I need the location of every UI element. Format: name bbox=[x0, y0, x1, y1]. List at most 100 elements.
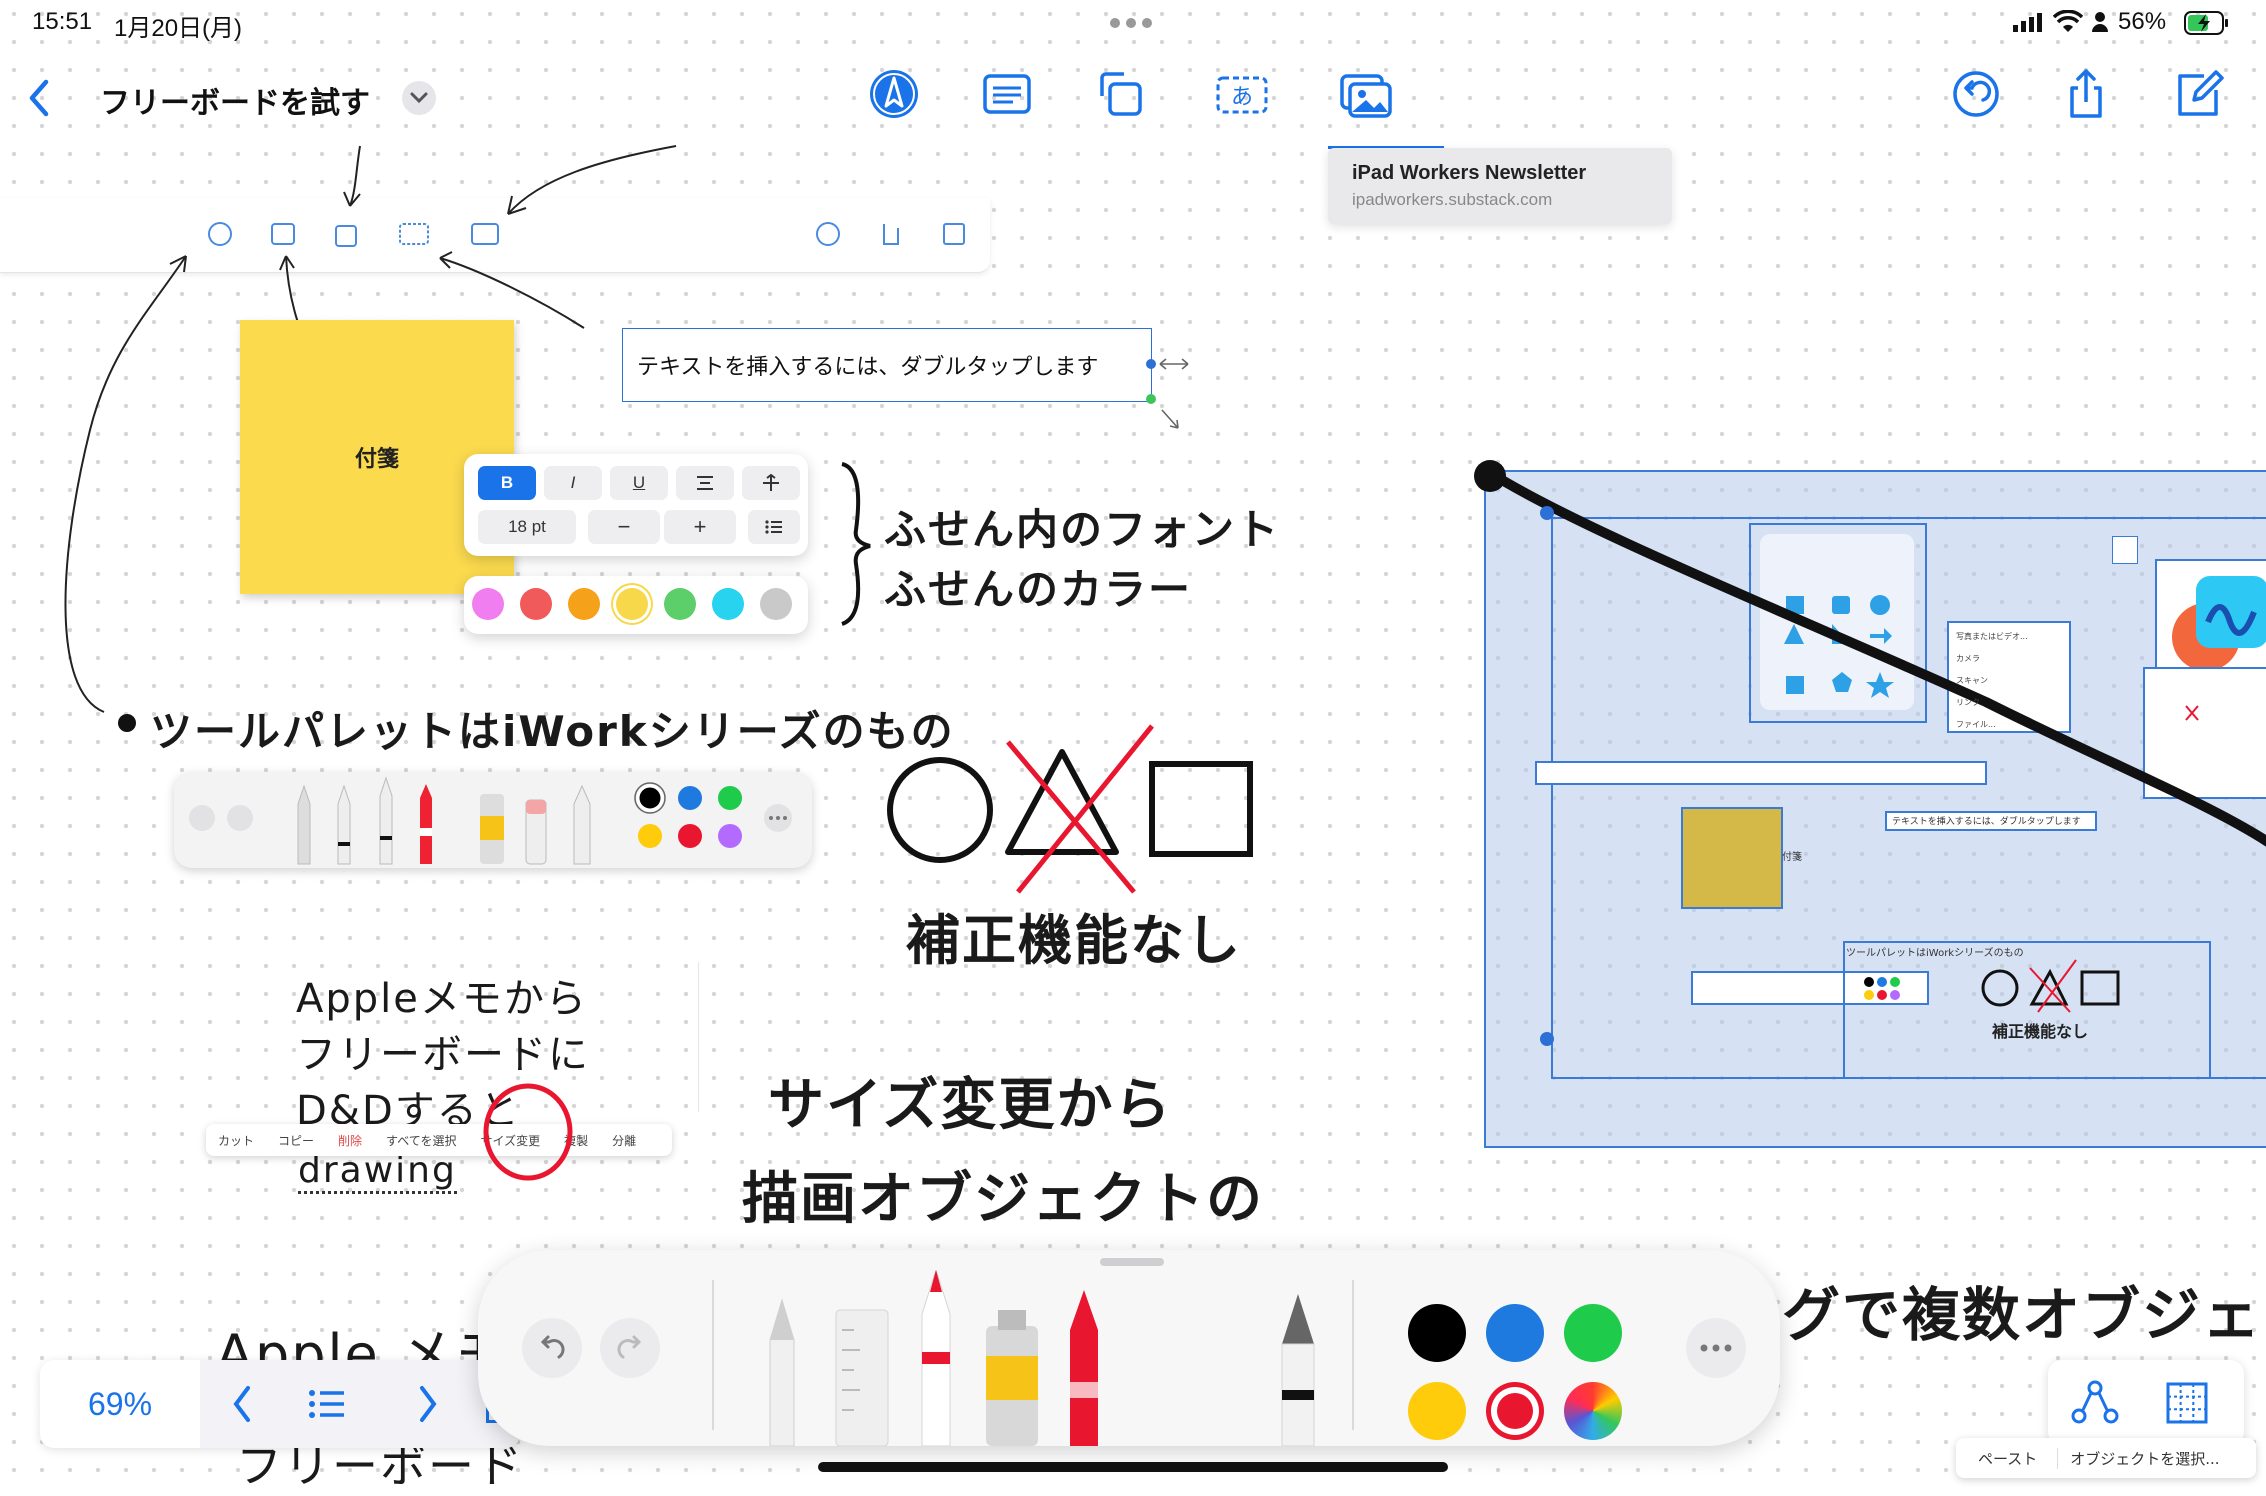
handwriting-no-correction: 補正機能なし bbox=[906, 909, 1242, 972]
ruler-tool-icon bbox=[835, 1309, 889, 1446]
shapes-button[interactable] bbox=[1092, 64, 1152, 124]
color-black[interactable] bbox=[1408, 1304, 1466, 1362]
context-copy[interactable]: コピー bbox=[266, 1132, 326, 1149]
color-swatch-pink[interactable] bbox=[472, 588, 504, 620]
context-select-all[interactable]: すべてを選択 bbox=[374, 1132, 468, 1149]
sticky-format-panel: B I U 18 pt − + bbox=[464, 454, 808, 556]
color-picker-multicolor[interactable] bbox=[1564, 1382, 1622, 1440]
signal-icon bbox=[2013, 12, 2047, 36]
color-green[interactable] bbox=[1564, 1304, 1622, 1362]
color-blue[interactable] bbox=[1486, 1304, 1544, 1362]
textbox-handle[interactable] bbox=[1146, 359, 1156, 369]
new-board-button[interactable] bbox=[2168, 64, 2228, 124]
strikethrough-button[interactable] bbox=[742, 466, 800, 500]
fountain-pen-tool-icon[interactable] bbox=[1268, 1290, 1328, 1446]
hand-drawn-arrows bbox=[64, 145, 677, 713]
resize-arrows-icon bbox=[1159, 358, 1189, 429]
select-objects-menu-item[interactable]: オブジェクトを選択... bbox=[2058, 1448, 2231, 1469]
newsletter-tooltip: iPad Workers Newsletter ipadworkers.subs… bbox=[1328, 148, 1672, 224]
connect-objects-button[interactable] bbox=[2070, 1378, 2120, 1432]
context-delete[interactable]: 削除 bbox=[326, 1132, 374, 1149]
shapes-icon bbox=[1100, 72, 1142, 116]
sticky-note-text: 付箋 bbox=[354, 447, 399, 472]
bold-button[interactable]: B bbox=[478, 466, 536, 500]
share-button[interactable] bbox=[2056, 64, 2116, 124]
context-menu: カット コピー 削除 すべてを選択 サイズ変更 複製 分離 bbox=[206, 1124, 672, 1156]
italic-button[interactable]: I bbox=[544, 466, 602, 500]
list-view-button[interactable] bbox=[308, 1388, 348, 1424]
underline-button[interactable]: U bbox=[610, 466, 668, 500]
pen-circle-icon bbox=[870, 70, 918, 118]
crayon-tool-icon bbox=[1070, 1290, 1098, 1446]
selection-handle-top[interactable] bbox=[1540, 506, 1554, 520]
context-cut[interactable]: カット bbox=[206, 1132, 266, 1149]
context-detach[interactable]: 分離 bbox=[600, 1132, 648, 1149]
color-swatch-red[interactable] bbox=[520, 588, 552, 620]
font-decrease-button[interactable]: − bbox=[588, 510, 660, 544]
text-box-content: テキストを挿入するには、ダブルタップします bbox=[637, 355, 1099, 380]
pen-tool-button[interactable] bbox=[864, 64, 924, 124]
handwriting-resize-1: サイズ変更から bbox=[768, 1073, 1173, 1138]
title-menu-button[interactable] bbox=[402, 81, 436, 115]
selection-handle-bottom[interactable] bbox=[1540, 1032, 1554, 1046]
font-size-field[interactable]: 18 pt bbox=[478, 510, 576, 544]
palette-divider bbox=[712, 1280, 714, 1430]
color-swatch-green[interactable] bbox=[664, 588, 696, 620]
color-swatch-cyan[interactable] bbox=[712, 588, 744, 620]
mini-textbox-label: テキストを挿入するには、ダブルタップします bbox=[1892, 817, 2081, 827]
drawing-tool-palette bbox=[478, 1250, 1780, 1446]
paste-menu-item[interactable]: ペースト bbox=[1956, 1447, 2059, 1469]
undo-button[interactable] bbox=[1946, 64, 2006, 124]
hand-drawn-shapes bbox=[887, 724, 1253, 894]
stroke-start-dot bbox=[1474, 460, 1506, 492]
status-time: 15:51 bbox=[32, 8, 93, 35]
media-button[interactable] bbox=[1336, 64, 1396, 124]
color-swatch-orange[interactable] bbox=[568, 588, 600, 620]
color-yellow[interactable] bbox=[1408, 1382, 1466, 1440]
more-icon bbox=[1700, 1344, 1732, 1352]
person-icon bbox=[2090, 10, 2110, 38]
color-swatch-gray[interactable] bbox=[760, 588, 792, 620]
sticky-note-icon bbox=[983, 74, 1031, 114]
selected-board-snapshot[interactable]: 付箋 テキストを挿入するには、ダブルタップします ツールパレットはiWorkシリ… bbox=[1484, 470, 2266, 1148]
palette-grabber[interactable] bbox=[1100, 1258, 1164, 1266]
tooltip-title: iPad Workers Newsletter bbox=[1352, 162, 1587, 184]
compose-icon bbox=[2178, 70, 2224, 116]
zoom-level-button[interactable]: 69% bbox=[40, 1360, 200, 1448]
color-red-selected[interactable] bbox=[1486, 1382, 1544, 1440]
drawing-tools[interactable] bbox=[740, 1270, 1140, 1446]
handwriting-apple-memo-1: Appleメモから bbox=[296, 976, 588, 1022]
share-icon bbox=[2070, 69, 2102, 118]
mini-photo-menu: 写真またはビデオ... カメラ スキャン リンク ファイル... bbox=[1956, 626, 2028, 736]
list-icon bbox=[309, 1390, 344, 1418]
textbox-icon: あ bbox=[1216, 76, 1268, 114]
status-date: 1月20日(月) bbox=[114, 15, 243, 42]
textbox-button[interactable]: あ bbox=[1212, 64, 1272, 124]
sticky-note-button[interactable] bbox=[977, 64, 1037, 124]
next-button[interactable] bbox=[412, 1382, 442, 1430]
palette-more-button[interactable] bbox=[1686, 1318, 1746, 1378]
font-increase-button[interactable]: + bbox=[664, 510, 736, 544]
handwriting-drawing-word: drawing bbox=[298, 1150, 457, 1194]
color-swatch-yellow-selected[interactable] bbox=[616, 588, 648, 620]
textbox-resize-handle[interactable] bbox=[1146, 394, 1156, 404]
back-button[interactable] bbox=[24, 78, 54, 122]
home-indicator[interactable] bbox=[818, 1462, 1448, 1472]
pencil-tool-icon bbox=[769, 1298, 795, 1446]
text-box[interactable]: テキストを挿入するには、ダブルタップします bbox=[622, 328, 1152, 402]
hand-drawn-bracket bbox=[841, 462, 871, 626]
palette-redo-button[interactable] bbox=[600, 1318, 660, 1378]
redo-arrow-icon bbox=[617, 1335, 642, 1359]
palette-undo-button[interactable] bbox=[522, 1318, 582, 1378]
list-button[interactable] bbox=[748, 510, 800, 544]
align-button[interactable] bbox=[676, 466, 734, 500]
red-circle-highlight bbox=[483, 1083, 573, 1181]
palette-divider bbox=[1352, 1280, 1354, 1430]
grid-icon bbox=[2166, 1382, 2208, 1424]
board-title[interactable]: フリーボードを試す bbox=[100, 78, 370, 122]
battery-charging-icon bbox=[2184, 10, 2230, 40]
palette-snapshot-image[interactable] bbox=[174, 772, 812, 868]
previous-button[interactable] bbox=[228, 1382, 258, 1430]
multitasking-dots-icon[interactable] bbox=[1110, 18, 1152, 28]
grid-button[interactable] bbox=[2162, 1378, 2212, 1432]
